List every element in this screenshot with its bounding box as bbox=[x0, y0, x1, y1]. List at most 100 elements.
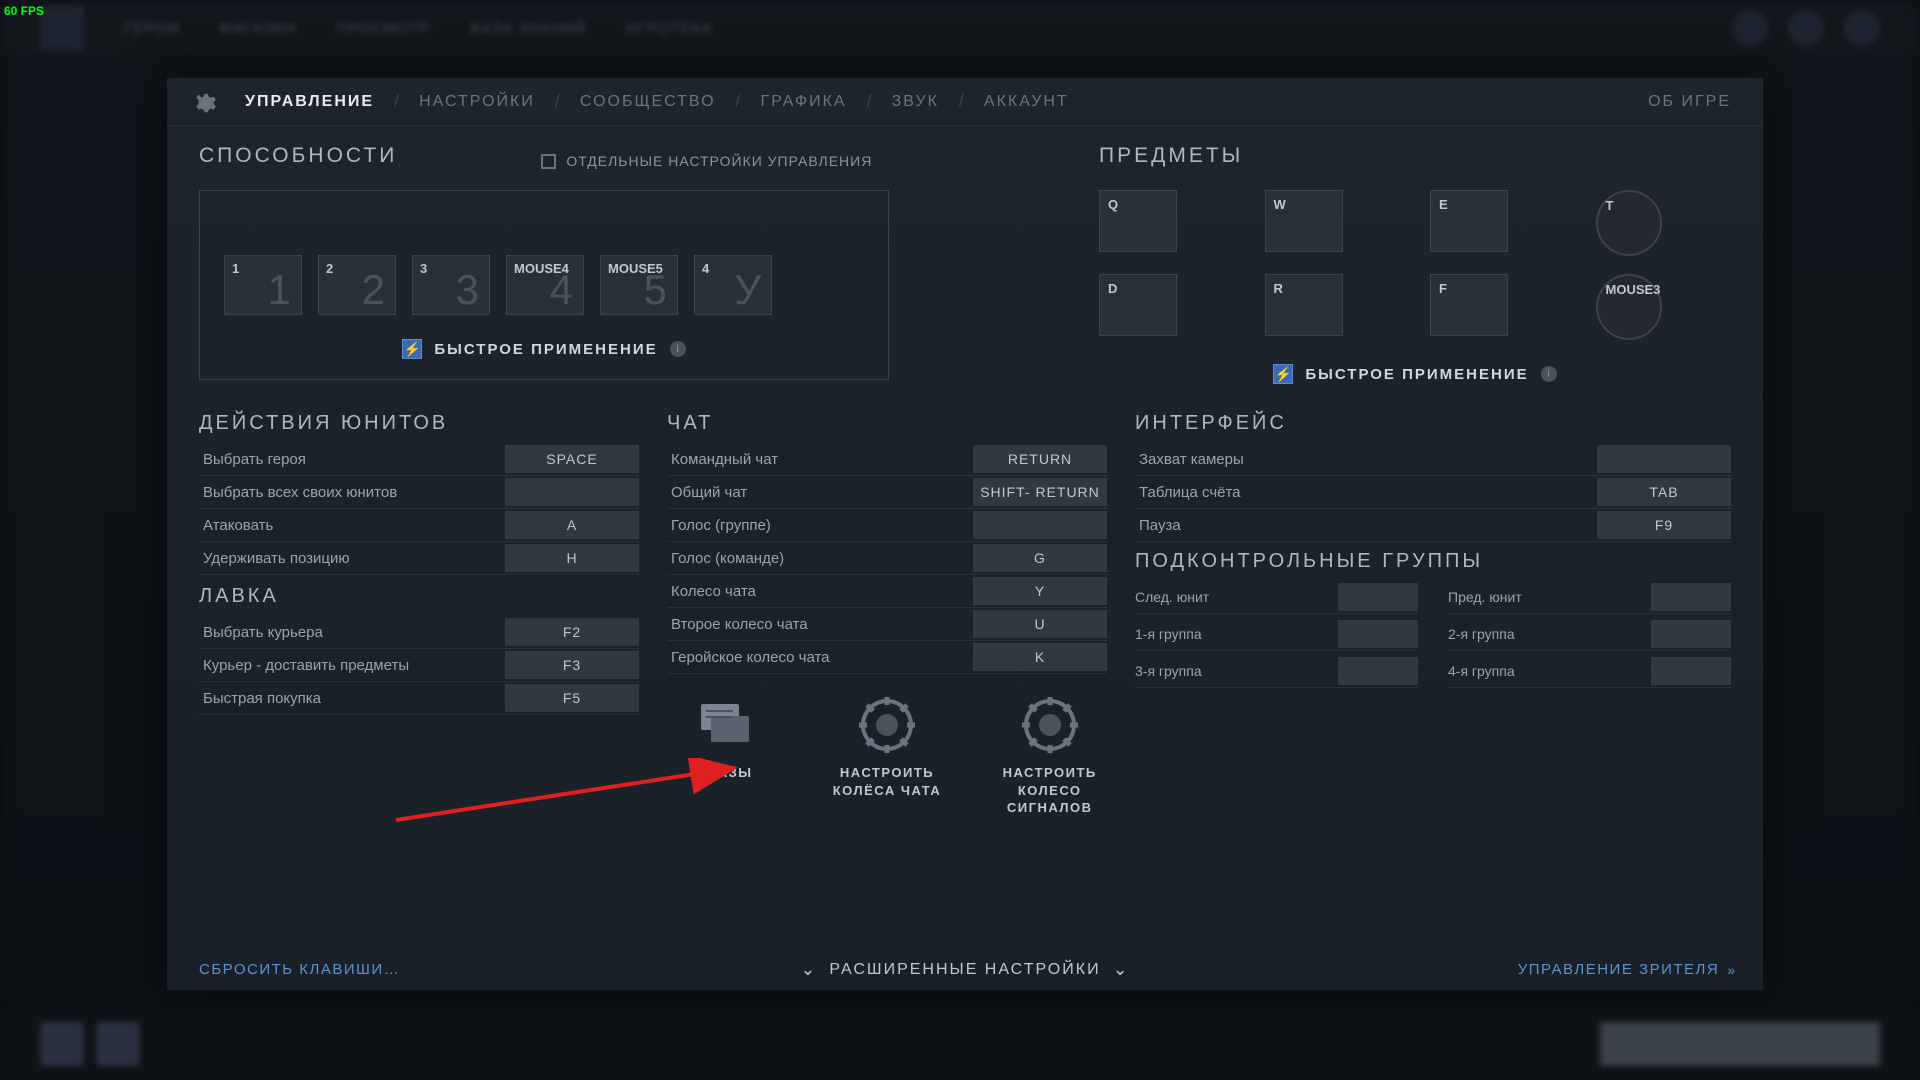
ping-wheel-label: НАСТРОИТЬ КОЛЕСО СИГНАЛОВ bbox=[992, 764, 1107, 817]
item-slot[interactable]: R bbox=[1265, 274, 1343, 336]
tab-graphics[interactable]: ГРАФИКА bbox=[753, 93, 855, 111]
keybind-row[interactable]: Выбрать курьераF2 bbox=[199, 616, 639, 649]
group-label: 2-я группа bbox=[1448, 626, 1651, 642]
group-row[interactable]: Пред. юнит bbox=[1448, 581, 1731, 614]
group-key[interactable] bbox=[1338, 657, 1418, 685]
tab-account[interactable]: АККАУНТ bbox=[976, 93, 1077, 111]
item-slot[interactable]: W bbox=[1265, 190, 1343, 252]
item-slot[interactable]: F bbox=[1430, 274, 1508, 336]
bind-key[interactable] bbox=[505, 478, 639, 506]
item-slot[interactable]: MOUSE3 bbox=[1596, 274, 1662, 340]
keybind-row[interactable]: Голос (команде)G bbox=[667, 542, 1107, 575]
group-key[interactable] bbox=[1651, 620, 1731, 648]
quickcast-icon[interactable]: ⚡ bbox=[402, 339, 422, 359]
bind-key[interactable]: H bbox=[505, 544, 639, 572]
spectator-label: УПРАВЛЕНИЕ ЗРИТЕЛЯ bbox=[1518, 961, 1719, 978]
tab-controls[interactable]: УПРАВЛЕНИЕ bbox=[237, 93, 382, 111]
keybind-row[interactable]: Колесо чатаY bbox=[667, 575, 1107, 608]
ability-slot[interactable]: 22 bbox=[318, 255, 396, 315]
chat-wheels-button[interactable]: НАСТРОИТЬ КОЛЁСА ЧАТА bbox=[830, 696, 945, 817]
group-row[interactable]: 2-я группа bbox=[1448, 618, 1731, 651]
keybind-row[interactable]: Быстрая покупкаF5 bbox=[199, 682, 639, 715]
tab-social[interactable]: СООБЩЕСТВО bbox=[572, 93, 724, 111]
keybind-row[interactable]: Второе колесо чатаU bbox=[667, 608, 1107, 641]
bind-key[interactable]: Y bbox=[973, 577, 1107, 605]
bind-key[interactable] bbox=[1597, 445, 1731, 473]
ability-slot[interactable]: 11 bbox=[224, 255, 302, 315]
ping-wheel-button[interactable]: НАСТРОИТЬ КОЛЕСО СИГНАЛОВ bbox=[992, 696, 1107, 817]
reset-keys-button[interactable]: СБРОСИТЬ КЛАВИШИ… bbox=[199, 961, 400, 978]
group-row[interactable]: 4-я группа bbox=[1448, 655, 1731, 688]
group-key[interactable] bbox=[1651, 583, 1731, 611]
keybind-row[interactable]: Таблица счётаTAB bbox=[1135, 476, 1731, 509]
units-title: ДЕЙСТВИЯ ЮНИТОВ bbox=[199, 412, 639, 435]
bind-key[interactable]: RETURN bbox=[973, 445, 1107, 473]
item-slot[interactable]: E bbox=[1430, 190, 1508, 252]
nav-watch[interactable]: ПРОСМОТР bbox=[336, 20, 430, 37]
info-icon[interactable]: i bbox=[670, 341, 686, 357]
slot-number: 2 bbox=[362, 266, 385, 314]
keybind-label: 2 bbox=[326, 261, 333, 276]
bind-label: Командный чат bbox=[667, 451, 973, 468]
groups-title: ПОДКОНТРОЛЬНЫЕ ГРУППЫ bbox=[1135, 550, 1731, 573]
keybind-row[interactable]: Курьер - доставить предметыF3 bbox=[199, 649, 639, 682]
bind-key[interactable] bbox=[973, 511, 1107, 539]
bind-key[interactable]: TAB bbox=[1597, 478, 1731, 506]
keybind-row[interactable]: Командный чатRETURN bbox=[667, 443, 1107, 476]
tab-about[interactable]: ОБ ИГРЕ bbox=[1640, 93, 1739, 111]
keybind-row[interactable]: Геройское колесо чатаK bbox=[667, 641, 1107, 674]
bind-key[interactable]: SHIFT- RETURN bbox=[973, 478, 1107, 506]
bind-key[interactable]: F3 bbox=[505, 651, 639, 679]
bind-label: Выбрать всех своих юнитов bbox=[199, 484, 505, 501]
group-key[interactable] bbox=[1338, 620, 1418, 648]
keybind-row[interactable]: Общий чатSHIFT- RETURN bbox=[667, 476, 1107, 509]
bind-key[interactable]: F2 bbox=[505, 618, 639, 646]
spectator-controls-button[interactable]: УПРАВЛЕНИЕ ЗРИТЕЛЯ » bbox=[1518, 961, 1731, 978]
keybind-row[interactable]: ПаузаF9 bbox=[1135, 509, 1731, 542]
group-row[interactable]: 1-я группа bbox=[1135, 618, 1418, 651]
shop-title: ЛАВКА bbox=[199, 585, 639, 608]
separate-controls-checkbox[interactable]: ОТДЕЛЬНЫЕ НАСТРОЙКИ УПРАВЛЕНИЯ bbox=[541, 153, 872, 169]
item-slot[interactable]: Q bbox=[1099, 190, 1177, 252]
keybind-row[interactable]: Голос (группе) bbox=[667, 509, 1107, 542]
group-row[interactable]: 3-я группа bbox=[1135, 655, 1418, 688]
group-key[interactable] bbox=[1338, 583, 1418, 611]
keybind-row[interactable]: Выбрать всех своих юнитов bbox=[199, 476, 639, 509]
quickcast-icon[interactable]: ⚡ bbox=[1273, 364, 1293, 384]
advanced-settings-button[interactable]: ⌄ РАСШИРЕННЫЕ НАСТРОЙКИ ⌄ bbox=[800, 959, 1129, 980]
tab-sound[interactable]: ЗВУК bbox=[884, 93, 947, 111]
keybind-row[interactable]: Удерживать позициюH bbox=[199, 542, 639, 575]
item-slot[interactable]: T bbox=[1596, 190, 1662, 256]
ability-slot[interactable]: 33 bbox=[412, 255, 490, 315]
bind-label: Общий чат bbox=[667, 484, 973, 501]
keybind-row[interactable]: Выбрать герояSPACE bbox=[199, 443, 639, 476]
group-row[interactable]: След. юнит bbox=[1135, 581, 1418, 614]
keybind-row[interactable]: Захват камеры bbox=[1135, 443, 1731, 476]
bind-key[interactable]: A bbox=[505, 511, 639, 539]
group-key[interactable] bbox=[1651, 657, 1731, 685]
keybind-label: Q bbox=[1108, 197, 1118, 212]
ability-slot[interactable]: 4У bbox=[694, 255, 772, 315]
bind-key[interactable]: U bbox=[973, 610, 1107, 638]
phrases-button[interactable]: ФРАЗЫ bbox=[667, 696, 782, 817]
bind-label: Голос (группе) bbox=[667, 517, 973, 534]
wheel-icon bbox=[856, 696, 918, 754]
bind-label: Выбрать героя bbox=[199, 451, 505, 468]
bind-key[interactable]: SPACE bbox=[505, 445, 639, 473]
nav-store[interactable]: МАГАЗИН bbox=[219, 20, 296, 37]
bind-key[interactable]: F9 bbox=[1597, 511, 1731, 539]
ability-slot[interactable]: MOUSE55 bbox=[600, 255, 678, 315]
nav-heroes[interactable]: ГЕРОИ bbox=[124, 20, 179, 37]
keybind-row[interactable]: АтаковатьA bbox=[199, 509, 639, 542]
info-icon[interactable]: i bbox=[1541, 366, 1557, 382]
bind-key[interactable]: K bbox=[973, 643, 1107, 671]
bind-key[interactable]: G bbox=[973, 544, 1107, 572]
quickcast-items-label: БЫСТРОЕ ПРИМЕНЕНИЕ bbox=[1305, 366, 1528, 383]
ability-slot[interactable]: MOUSE44 bbox=[506, 255, 584, 315]
tab-options[interactable]: НАСТРОЙКИ bbox=[411, 93, 543, 111]
nav-learn[interactable]: БАЗА ЗНАНИЙ bbox=[471, 20, 587, 37]
bind-key[interactable]: F5 bbox=[505, 684, 639, 712]
item-slot[interactable]: D bbox=[1099, 274, 1177, 336]
nav-arcade[interactable]: ИГРОТЕКА bbox=[626, 20, 712, 37]
chat-bubble-icon bbox=[693, 696, 755, 754]
